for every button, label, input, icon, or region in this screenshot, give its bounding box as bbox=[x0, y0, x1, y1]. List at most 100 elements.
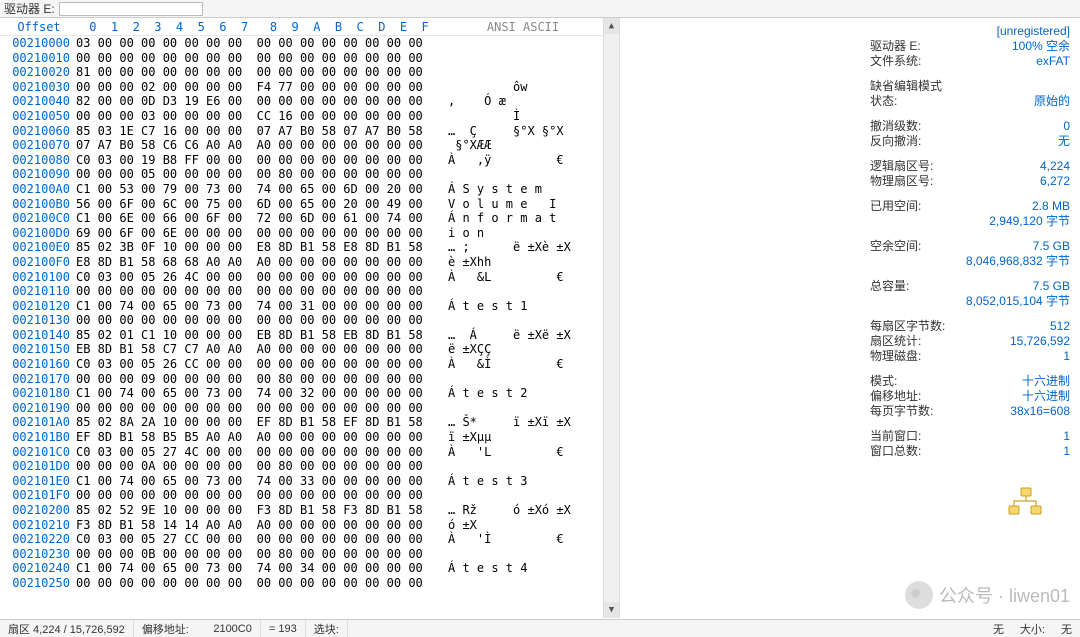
hex-row[interactable]: 002100A0C1 00 53 00 79 00 73 00 74 00 65… bbox=[0, 182, 602, 197]
ascii-cell[interactable]: Á t e s t 3 bbox=[444, 474, 594, 489]
ascii-cell[interactable]: … Ç §°X §°X bbox=[444, 124, 594, 139]
hex-cell[interactable]: 82 00 00 0D D3 19 E6 00 00 00 00 00 00 0… bbox=[76, 94, 444, 109]
hex-cell[interactable]: 03 00 00 00 00 00 00 00 00 00 00 00 00 0… bbox=[76, 36, 444, 51]
hex-rows[interactable]: 0021000003 00 00 00 00 00 00 00 00 00 00… bbox=[0, 36, 619, 618]
hex-row[interactable]: 0021005000 00 00 03 00 00 00 00 CC 16 00… bbox=[0, 109, 602, 124]
hex-cell[interactable]: C1 00 74 00 65 00 73 00 74 00 34 00 00 0… bbox=[76, 561, 444, 576]
hex-row[interactable]: 002101A085 02 8A 2A 10 00 00 00 EF 8D B1… bbox=[0, 415, 602, 430]
hex-scrollbar[interactable]: ▲ ▼ bbox=[603, 18, 619, 618]
hex-row[interactable]: 0021003000 00 00 02 00 00 00 00 F4 77 00… bbox=[0, 80, 602, 95]
hex-cell[interactable]: C1 00 6E 00 66 00 6F 00 72 00 6D 00 61 0… bbox=[76, 211, 444, 226]
hex-cell[interactable]: C0 03 00 05 26 CC 00 00 00 00 00 00 00 0… bbox=[76, 357, 444, 372]
hex-row[interactable]: 002100B056 00 6F 00 6C 00 75 00 6D 00 65… bbox=[0, 197, 602, 212]
hex-cell[interactable]: C0 03 00 05 27 4C 00 00 00 00 00 00 00 0… bbox=[76, 445, 444, 460]
hex-cell[interactable]: 00 00 00 05 00 00 00 00 00 80 00 00 00 0… bbox=[76, 167, 444, 182]
hex-row[interactable]: 002101C0C0 03 00 05 27 4C 00 00 00 00 00… bbox=[0, 445, 602, 460]
hex-cell[interactable]: 00 00 00 03 00 00 00 00 CC 16 00 00 00 0… bbox=[76, 109, 444, 124]
hex-cell[interactable]: 85 03 1E C7 16 00 00 00 07 A7 B0 58 07 A… bbox=[76, 124, 444, 139]
hex-row[interactable]: 002100D069 00 6F 00 6E 00 00 00 00 00 00… bbox=[0, 226, 602, 241]
ascii-cell[interactable] bbox=[444, 459, 594, 474]
hex-cell[interactable]: 85 02 8A 2A 10 00 00 00 EF 8D B1 58 EF 8… bbox=[76, 415, 444, 430]
hex-row[interactable]: 00210120C1 00 74 00 65 00 73 00 74 00 31… bbox=[0, 299, 602, 314]
ascii-cell[interactable]: Á S y s t e m bbox=[444, 182, 594, 197]
ascii-cell[interactable]: ë ±XÇÇ bbox=[444, 342, 594, 357]
ascii-cell[interactable]: À &Ì € bbox=[444, 357, 594, 372]
hex-cell[interactable]: EB 8D B1 58 C7 C7 A0 A0 A0 00 00 00 00 0… bbox=[76, 342, 444, 357]
ascii-cell[interactable] bbox=[444, 547, 594, 562]
hex-row[interactable]: 002100F0E8 8D B1 58 68 68 A0 A0 A0 00 00… bbox=[0, 255, 602, 270]
hex-cell[interactable]: 00 00 00 00 00 00 00 00 00 00 00 00 00 0… bbox=[76, 488, 444, 503]
hex-cell[interactable]: F3 8D B1 58 14 14 A0 A0 A0 00 00 00 00 0… bbox=[76, 518, 444, 533]
hex-row[interactable]: 0021000003 00 00 00 00 00 00 00 00 00 00… bbox=[0, 36, 602, 51]
hex-row[interactable]: 00210100C0 03 00 05 26 4C 00 00 00 00 00… bbox=[0, 270, 602, 285]
hex-cell[interactable]: 85 02 52 9E 10 00 00 00 F3 8D B1 58 F3 8… bbox=[76, 503, 444, 518]
ascii-cell[interactable]: , Ó æ bbox=[444, 94, 594, 109]
hex-cell[interactable]: C1 00 53 00 79 00 73 00 74 00 65 00 6D 0… bbox=[76, 182, 444, 197]
hex-cell[interactable]: 56 00 6F 00 6C 00 75 00 6D 00 65 00 20 0… bbox=[76, 197, 444, 212]
ascii-cell[interactable] bbox=[444, 401, 594, 416]
hex-row[interactable]: 002101E0C1 00 74 00 65 00 73 00 74 00 33… bbox=[0, 474, 602, 489]
ascii-cell[interactable] bbox=[444, 372, 594, 387]
drive-input[interactable] bbox=[59, 2, 203, 16]
ascii-cell[interactable]: À ,ÿ € bbox=[444, 153, 594, 168]
hex-cell[interactable]: 00 00 00 00 00 00 00 00 00 00 00 00 00 0… bbox=[76, 401, 444, 416]
hex-row[interactable]: 00210210F3 8D B1 58 14 14 A0 A0 A0 00 00… bbox=[0, 518, 602, 533]
hex-row[interactable]: 00210080C0 03 00 19 B8 FF 00 00 00 00 00… bbox=[0, 153, 602, 168]
hex-row[interactable]: 0021011000 00 00 00 00 00 00 00 00 00 00… bbox=[0, 284, 602, 299]
hex-cell[interactable]: 00 00 00 02 00 00 00 00 F4 77 00 00 00 0… bbox=[76, 80, 444, 95]
hex-row[interactable]: 0021001000 00 00 00 00 00 00 00 00 00 00… bbox=[0, 51, 602, 66]
ascii-cell[interactable]: è ±Xhh bbox=[444, 255, 594, 270]
ascii-cell[interactable]: … Á ë ±Xë ±X bbox=[444, 328, 594, 343]
ascii-cell[interactable] bbox=[444, 284, 594, 299]
hex-row[interactable]: 0021004082 00 00 0D D3 19 E6 00 00 00 00… bbox=[0, 94, 602, 109]
hex-row[interactable]: 0021014085 02 01 C1 10 00 00 00 EB 8D B1… bbox=[0, 328, 602, 343]
ascii-cell[interactable]: Á n f o r m a t bbox=[444, 211, 594, 226]
hex-cell[interactable]: C1 00 74 00 65 00 73 00 74 00 32 00 00 0… bbox=[76, 386, 444, 401]
ascii-cell[interactable]: … Š* ï ±Xï ±X bbox=[444, 415, 594, 430]
hex-row[interactable]: 002101D000 00 00 0A 00 00 00 00 00 80 00… bbox=[0, 459, 602, 474]
ascii-cell[interactable]: Á t e s t 2 bbox=[444, 386, 594, 401]
hex-row[interactable]: 0021006085 03 1E C7 16 00 00 00 07 A7 B0… bbox=[0, 124, 602, 139]
hex-cell[interactable]: C0 03 00 19 B8 FF 00 00 00 00 00 00 00 0… bbox=[76, 153, 444, 168]
hex-cell[interactable]: C0 03 00 05 27 CC 00 00 00 00 00 00 00 0… bbox=[76, 532, 444, 547]
hex-cell[interactable]: 85 02 3B 0F 10 00 00 00 E8 8D B1 58 E8 8… bbox=[76, 240, 444, 255]
ascii-cell[interactable]: Ì bbox=[444, 109, 594, 124]
hex-cell[interactable]: 85 02 01 C1 10 00 00 00 EB 8D B1 58 EB 8… bbox=[76, 328, 444, 343]
ascii-cell[interactable]: … ; ë ±Xè ±X bbox=[444, 240, 594, 255]
scroll-up-icon[interactable]: ▲ bbox=[604, 18, 619, 34]
hex-row[interactable]: 00210180C1 00 74 00 65 00 73 00 74 00 32… bbox=[0, 386, 602, 401]
ascii-cell[interactable] bbox=[444, 488, 594, 503]
hex-cell[interactable]: 81 00 00 00 00 00 00 00 00 00 00 00 00 0… bbox=[76, 65, 444, 80]
ascii-cell[interactable] bbox=[444, 313, 594, 328]
hex-cell[interactable]: 00 00 00 00 00 00 00 00 00 00 00 00 00 0… bbox=[76, 313, 444, 328]
ascii-cell[interactable] bbox=[444, 167, 594, 182]
ascii-cell[interactable]: … Rž ó ±Xó ±X bbox=[444, 503, 594, 518]
hex-cell[interactable]: 00 00 00 00 00 00 00 00 00 00 00 00 00 0… bbox=[76, 576, 444, 591]
hex-cell[interactable]: 00 00 00 00 00 00 00 00 00 00 00 00 00 0… bbox=[76, 284, 444, 299]
hex-row[interactable]: 0021013000 00 00 00 00 00 00 00 00 00 00… bbox=[0, 313, 602, 328]
hex-cell[interactable]: EF 8D B1 58 B5 B5 A0 A0 A0 00 00 00 00 0… bbox=[76, 430, 444, 445]
ascii-cell[interactable] bbox=[444, 65, 594, 80]
hex-cell[interactable]: C1 00 74 00 65 00 73 00 74 00 31 00 00 0… bbox=[76, 299, 444, 314]
hex-cell[interactable]: 07 A7 B0 58 C6 C6 A0 A0 A0 00 00 00 00 0… bbox=[76, 138, 444, 153]
hex-row[interactable]: 0021002081 00 00 00 00 00 00 00 00 00 00… bbox=[0, 65, 602, 80]
hex-row[interactable]: 002101F000 00 00 00 00 00 00 00 00 00 00… bbox=[0, 488, 602, 503]
hex-row[interactable]: 0021025000 00 00 00 00 00 00 00 00 00 00… bbox=[0, 576, 602, 591]
ascii-cell[interactable]: i o n bbox=[444, 226, 594, 241]
hex-row[interactable]: 0021007007 A7 B0 58 C6 C6 A0 A0 A0 00 00… bbox=[0, 138, 602, 153]
ascii-cell[interactable]: ó ±X bbox=[444, 518, 594, 533]
hex-row[interactable]: 0021023000 00 00 0B 00 00 00 00 00 80 00… bbox=[0, 547, 602, 562]
tree-icon[interactable] bbox=[1005, 486, 1045, 516]
ascii-cell[interactable] bbox=[444, 36, 594, 51]
ascii-cell[interactable]: Á t e s t 4 bbox=[444, 561, 594, 576]
ascii-cell[interactable]: ôw bbox=[444, 80, 594, 95]
hex-cell[interactable]: 69 00 6F 00 6E 00 00 00 00 00 00 00 00 0… bbox=[76, 226, 444, 241]
hex-cell[interactable]: C0 03 00 05 26 4C 00 00 00 00 00 00 00 0… bbox=[76, 270, 444, 285]
ascii-cell[interactable] bbox=[444, 576, 594, 591]
hex-row[interactable]: 0021017000 00 00 09 00 00 00 00 00 80 00… bbox=[0, 372, 602, 387]
ascii-cell[interactable]: ï ±Xµµ bbox=[444, 430, 594, 445]
ascii-cell[interactable]: V o l u m e I bbox=[444, 197, 594, 212]
hex-row[interactable]: 0021020085 02 52 9E 10 00 00 00 F3 8D B1… bbox=[0, 503, 602, 518]
hex-row[interactable]: 0021019000 00 00 00 00 00 00 00 00 00 00… bbox=[0, 401, 602, 416]
hex-cell[interactable]: 00 00 00 00 00 00 00 00 00 00 00 00 00 0… bbox=[76, 51, 444, 66]
